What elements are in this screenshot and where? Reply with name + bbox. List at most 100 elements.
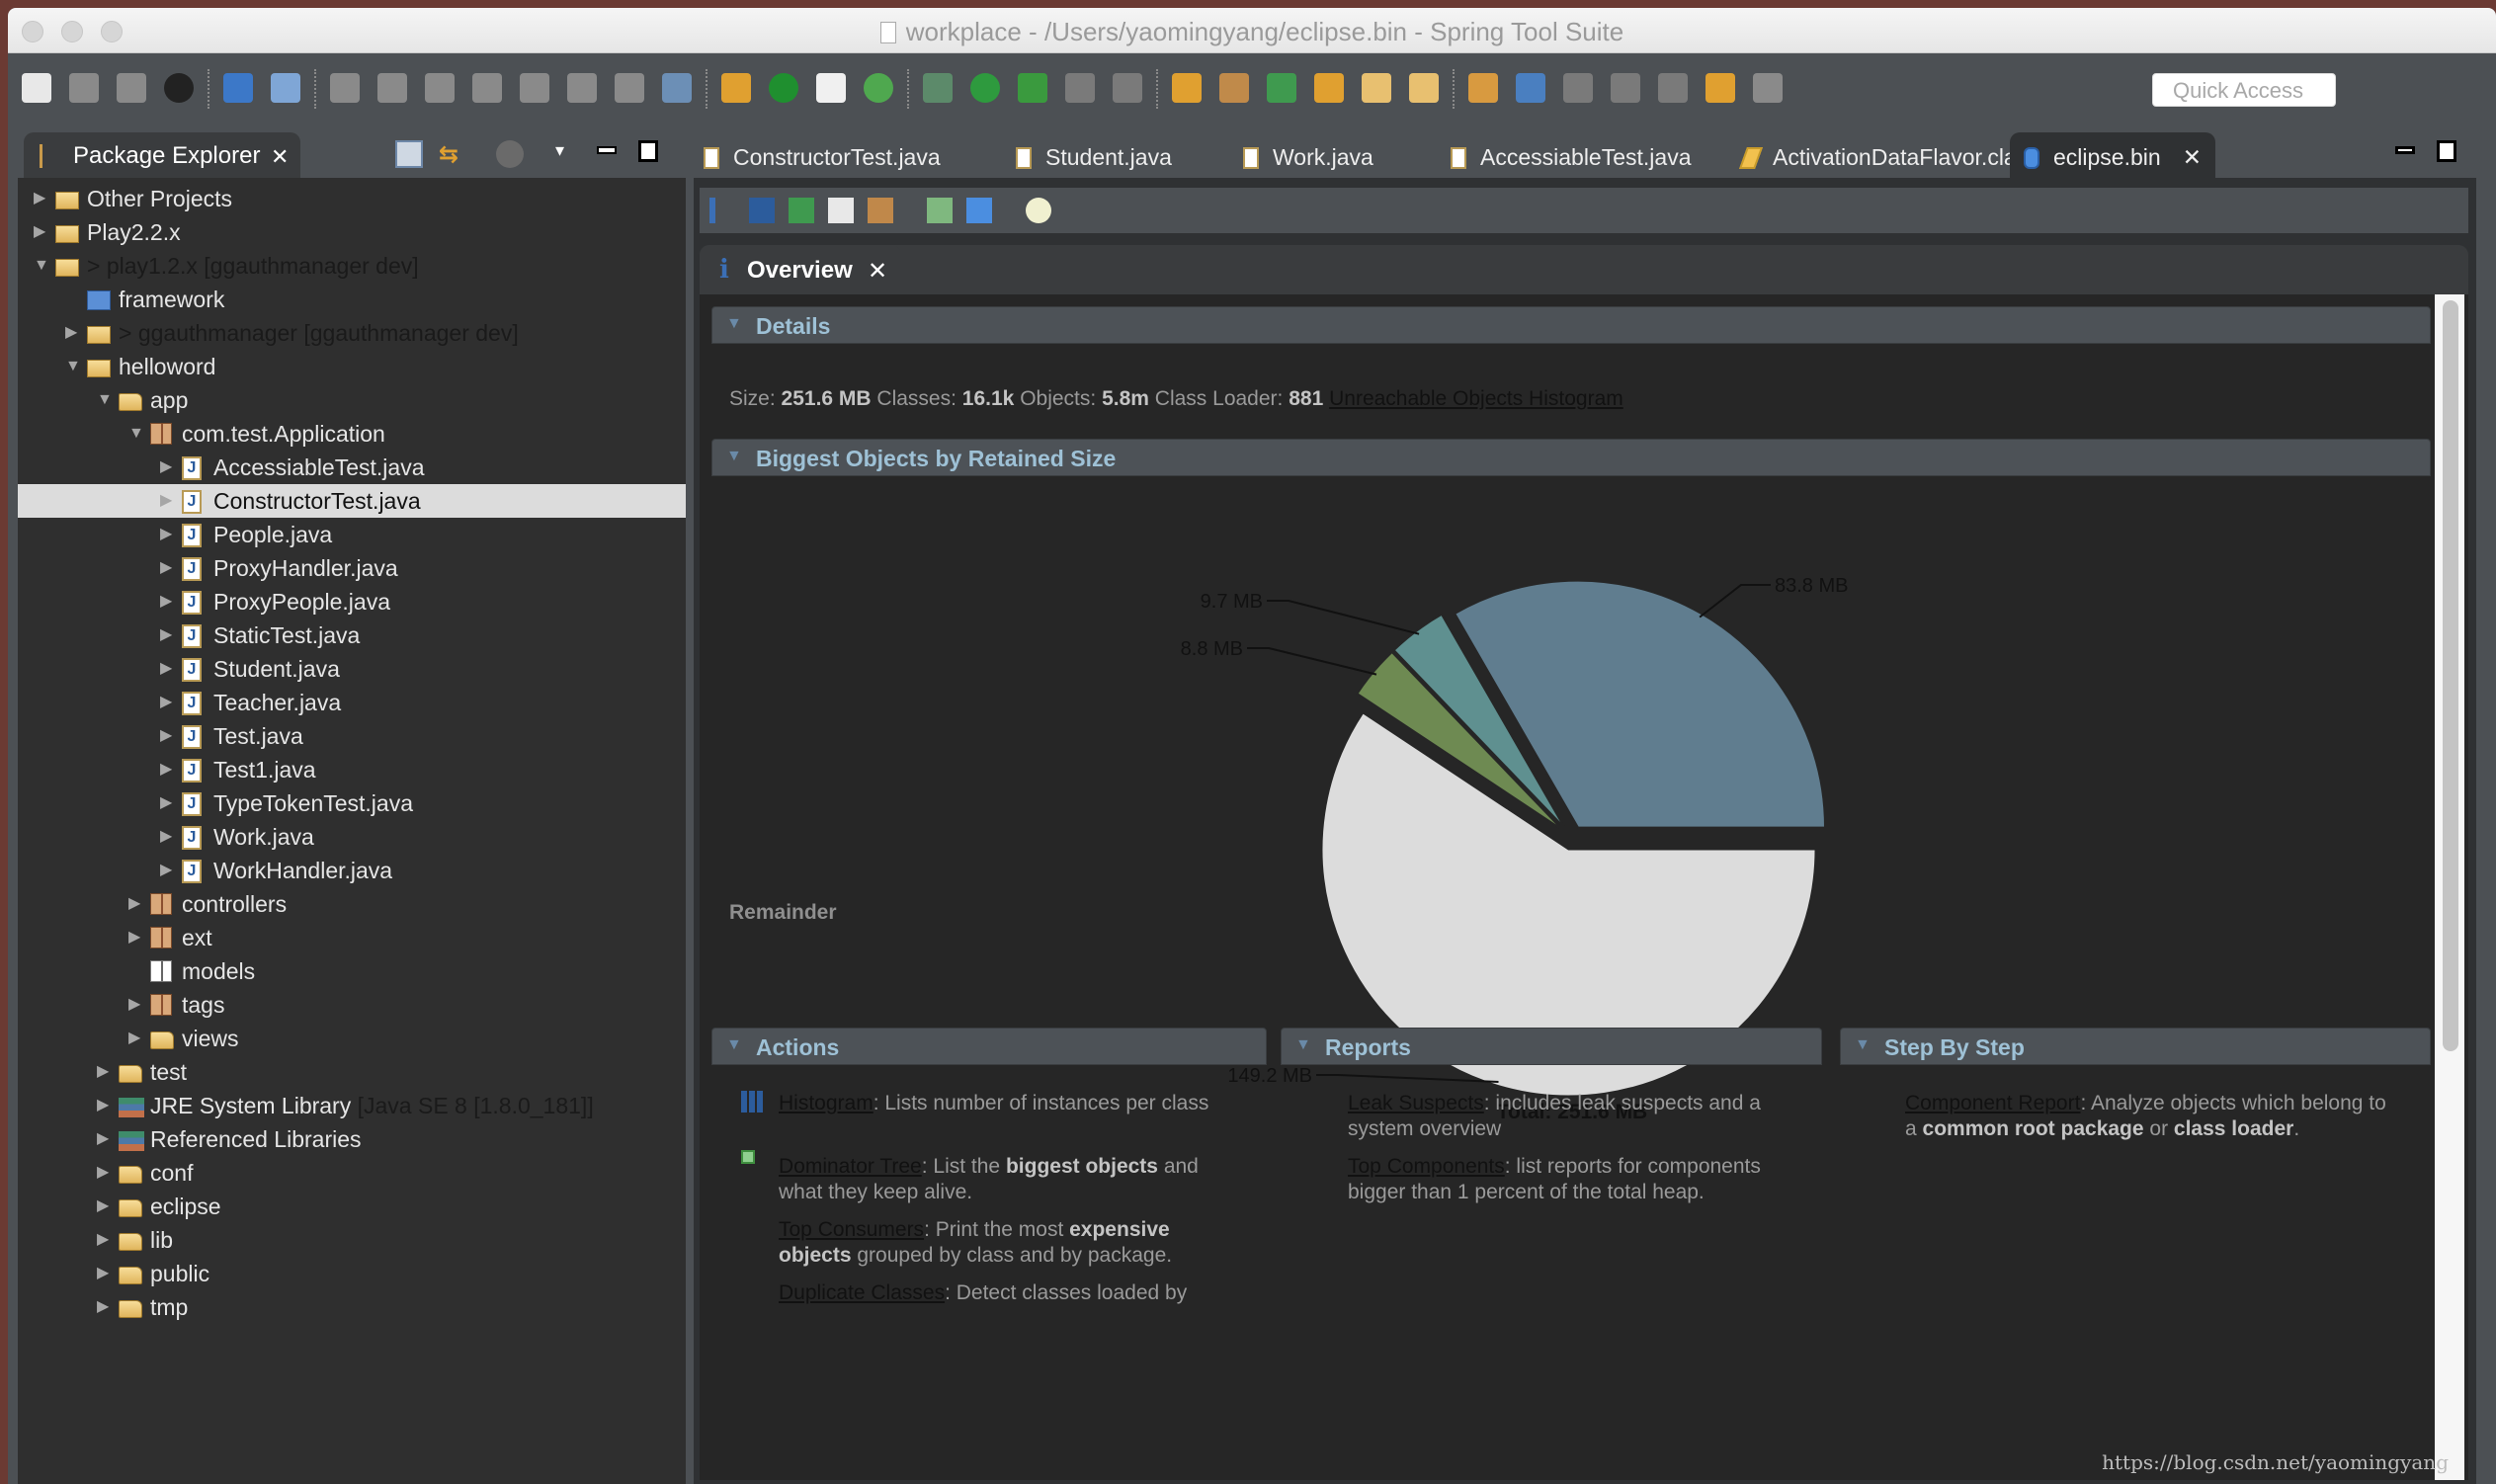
collapsed-twisty-icon[interactable]: ▶: [160, 753, 178, 786]
editor-tab[interactable]: Work.java: [1243, 132, 1373, 178]
expanded-twisty-icon[interactable]: ▼: [97, 383, 115, 417]
details-section-header[interactable]: ▼ Details: [711, 306, 2431, 344]
tree-item[interactable]: ▶ J ProxyPeople.java: [18, 585, 686, 618]
collapsed-twisty-icon[interactable]: ▶: [128, 988, 146, 1022]
tree-item[interactable]: ▶ J Student.java: [18, 652, 686, 686]
tree-item[interactable]: ▶ J People.java: [18, 518, 686, 551]
minimize-view-icon[interactable]: [597, 146, 617, 154]
expanded-twisty-icon[interactable]: ▼: [65, 350, 83, 383]
collapsed-twisty-icon[interactable]: ▶: [160, 786, 178, 820]
tab-overview[interactable]: i Overview ✕: [700, 245, 901, 294]
line-numbers-icon[interactable]: [816, 73, 846, 103]
link-with-editor-icon[interactable]: ⇆: [439, 140, 466, 168]
oql-icon[interactable]: [828, 198, 854, 223]
collapsed-twisty-icon[interactable]: ▶: [97, 1223, 115, 1257]
tree-item[interactable]: ▶ views: [18, 1022, 686, 1055]
collapsed-twisty-icon[interactable]: ▶: [160, 451, 178, 484]
collapsed-twisty-icon[interactable]: ▶: [65, 316, 83, 350]
collapsed-twisty-icon[interactable]: ▶: [160, 686, 178, 719]
suspend-icon[interactable]: [377, 73, 407, 103]
tree-item[interactable]: ▶ Play2.2.x: [18, 215, 686, 249]
focus-task-icon[interactable]: [496, 140, 524, 168]
tree-item[interactable]: ▼ helloword: [18, 350, 686, 383]
external-tools-icon[interactable]: [1018, 73, 1047, 103]
disconnect-icon[interactable]: [472, 73, 502, 103]
editor-tab[interactable]: eclipse.bin ✕: [2010, 132, 2215, 178]
tree-item[interactable]: ▶ J Teacher.java: [18, 686, 686, 719]
open-type-icon[interactable]: [1314, 73, 1344, 103]
new-package-icon[interactable]: [1219, 73, 1249, 103]
top-components-link[interactable]: Top Components: [1348, 1155, 1505, 1178]
collapsed-twisty-icon[interactable]: ▶: [160, 551, 178, 585]
dominator-tree-icon[interactable]: [789, 198, 814, 223]
tree-item[interactable]: ▶ J AccessiableTest.java: [18, 451, 686, 484]
tree-item[interactable]: framework: [18, 283, 686, 316]
tree-item[interactable]: ▼ com.test.Application: [18, 417, 686, 451]
open-folder-icon[interactable]: [1468, 73, 1498, 103]
globe-icon[interactable]: [1516, 73, 1545, 103]
vertical-scrollbar[interactable]: [2435, 294, 2464, 1480]
tree-item[interactable]: ▶ public: [18, 1257, 686, 1290]
tree-item[interactable]: ▶ J WorkHandler.java: [18, 854, 686, 887]
debug-icon[interactable]: [923, 73, 953, 103]
collapsed-twisty-icon[interactable]: ▶: [160, 618, 178, 652]
tree-item[interactable]: ▶ eclipse: [18, 1190, 686, 1223]
collapsed-twisty-icon[interactable]: ▶: [97, 1089, 115, 1122]
histogram-icon[interactable]: [749, 198, 775, 223]
new-class-icon[interactable]: [1267, 73, 1296, 103]
stop-icon[interactable]: [1065, 73, 1095, 103]
profile-icon[interactable]: [164, 73, 194, 103]
tree-item[interactable]: ▶ controllers: [18, 887, 686, 921]
back-icon[interactable]: [1706, 73, 1735, 103]
previous-annotation-icon[interactable]: [1611, 73, 1640, 103]
close-icon[interactable]: ✕: [868, 257, 887, 286]
tree-item[interactable]: ▶ J Test.java: [18, 719, 686, 753]
tree-item[interactable]: ▶ J Test1.java: [18, 753, 686, 786]
collapsed-twisty-icon[interactable]: ▶: [97, 1290, 115, 1324]
collapsed-twisty-icon[interactable]: ▶: [160, 652, 178, 686]
collapsed-twisty-icon[interactable]: ▶: [34, 215, 51, 249]
step-over-icon[interactable]: [567, 73, 597, 103]
tree-item[interactable]: ▶ J TypeTokenTest.java: [18, 786, 686, 820]
maximize-editor-icon[interactable]: [2437, 140, 2456, 162]
unreachable-objects-histogram-link[interactable]: Unreachable Objects Histogram: [1329, 387, 1623, 410]
task-icon[interactable]: [223, 73, 253, 103]
heap-dump-query-icon[interactable]: [966, 198, 992, 223]
tree-item[interactable]: ▶ test: [18, 1055, 686, 1089]
tree-item[interactable]: ▶ tags: [18, 988, 686, 1022]
reports-section-header[interactable]: ▼ Reports: [1281, 1028, 1822, 1065]
package-explorer-tab[interactable]: Package Explorer ✕: [24, 132, 300, 178]
tree-item[interactable]: ▶ Referenced Libraries: [18, 1122, 686, 1156]
editor-tab[interactable]: ConstructorTest.java: [704, 132, 941, 178]
expanded-twisty-icon[interactable]: ▼: [128, 417, 146, 451]
forward-icon[interactable]: [1753, 73, 1783, 103]
collapsed-twisty-icon[interactable]: ▶: [160, 484, 178, 518]
tree-item[interactable]: ▶ J Work.java: [18, 820, 686, 854]
collapsed-twisty-icon[interactable]: ▶: [97, 1122, 115, 1156]
collapsed-twisty-icon[interactable]: ▶: [128, 887, 146, 921]
editor-tab[interactable]: Student.java: [1016, 132, 1172, 178]
minimize-editor-icon[interactable]: [2395, 146, 2415, 154]
scrollbar-thumb[interactable]: [2443, 300, 2458, 1051]
tree-item[interactable]: models: [18, 954, 686, 988]
tree-item[interactable]: ▶ ext: [18, 921, 686, 954]
collapsed-twisty-icon[interactable]: ▶: [160, 820, 178, 854]
collapsed-twisty-icon[interactable]: ▶: [128, 1022, 146, 1055]
view-menu-icon[interactable]: ▾: [555, 140, 583, 168]
tree-item[interactable]: ▶ J ConstructorTest.java: [18, 484, 686, 518]
coverage-icon[interactable]: [1113, 73, 1142, 103]
drop-to-frame-icon[interactable]: [662, 73, 692, 103]
quick-access-input[interactable]: Quick Access: [2152, 73, 2336, 107]
resume-icon[interactable]: [330, 73, 360, 103]
skip-breakpoints-icon[interactable]: [271, 73, 300, 103]
overview-icon[interactable]: [709, 198, 715, 223]
dominator-tree-link[interactable]: Dominator Tree: [779, 1155, 922, 1178]
search-icon[interactable]: [1409, 73, 1439, 103]
tree-item[interactable]: ▶ > ggauthmanager [ggauthmanager dev]: [18, 316, 686, 350]
duplicate-classes-link[interactable]: Duplicate Classes: [779, 1281, 945, 1304]
find-object-icon[interactable]: [1026, 198, 1051, 223]
tree-item[interactable]: ▶ JRE System Library [Java SE 8 [1.8.0_18…: [18, 1089, 686, 1122]
collapsed-twisty-icon[interactable]: ▶: [97, 1190, 115, 1223]
tree-item[interactable]: ▶ lib: [18, 1223, 686, 1257]
collapse-all-icon[interactable]: [395, 140, 423, 168]
